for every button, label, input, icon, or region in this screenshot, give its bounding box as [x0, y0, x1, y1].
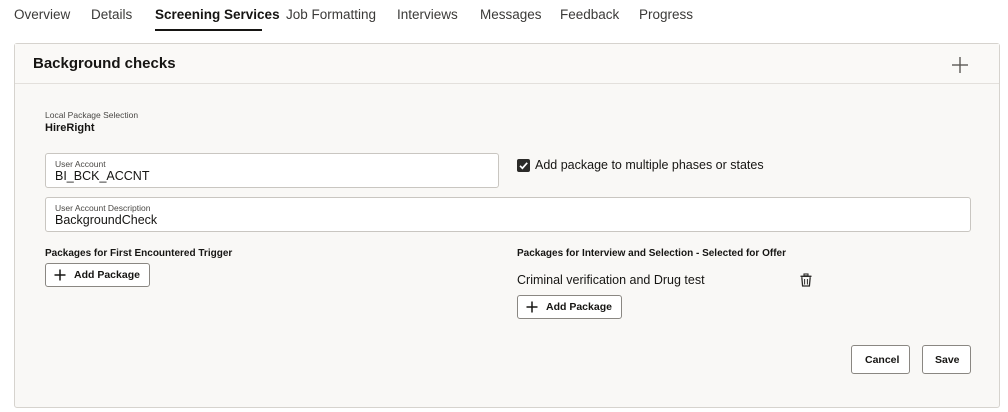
plus-icon [54, 269, 66, 281]
background-checks-panel: Background checks Local Package Selectio… [14, 43, 1000, 408]
local-package-value: HireRight [45, 122, 95, 134]
cancel-button[interactable]: Cancel [851, 345, 910, 374]
user-account-description-value: BackgroundCheck [55, 213, 158, 227]
add-package-label: Add Package [546, 301, 612, 313]
tab-messages[interactable]: Messages [480, 7, 542, 22]
user-account-label: User Account [55, 159, 106, 169]
panel-title: Background checks [33, 55, 176, 72]
tab-interviews[interactable]: Interviews [397, 7, 458, 22]
tab-job-formatting[interactable]: Job Formatting [286, 7, 376, 22]
package-item: Criminal verification and Drug test [517, 273, 705, 287]
trash-icon[interactable] [799, 273, 813, 287]
add-package-first-trigger-button[interactable]: Add Package [45, 263, 150, 287]
user-account-field[interactable]: User Account BI_BCK_ACCNT [45, 153, 499, 188]
local-package-label: Local Package Selection [45, 110, 139, 120]
panel-header: Background checks [15, 44, 999, 84]
multi-phase-checkbox[interactable] [517, 159, 530, 172]
tab-screening-services[interactable]: Screening Services [155, 7, 280, 22]
user-account-description-label: User Account Description [55, 203, 151, 213]
interview-selection-title: Packages for Interview and Selection - S… [517, 248, 786, 259]
tab-bar: Overview Details Screening Services Job … [0, 0, 1008, 32]
user-account-value: BI_BCK_ACCNT [55, 169, 150, 183]
multi-phase-label[interactable]: Add package to multiple phases or states [535, 158, 764, 172]
user-account-description-field[interactable]: User Account Description BackgroundCheck [45, 197, 971, 232]
tab-overview[interactable]: Overview [14, 7, 70, 22]
tab-details[interactable]: Details [91, 7, 132, 22]
save-button[interactable]: Save [922, 345, 971, 374]
checkmark-icon [519, 162, 528, 170]
tab-progress[interactable]: Progress [639, 7, 693, 22]
cancel-label: Cancel [865, 353, 900, 366]
add-package-label: Add Package [74, 269, 140, 281]
add-package-interview-button[interactable]: Add Package [517, 295, 622, 319]
tab-feedback[interactable]: Feedback [560, 7, 619, 22]
plus-icon [526, 301, 538, 313]
active-tab-indicator [155, 29, 262, 31]
save-label: Save [935, 353, 960, 366]
first-trigger-title: Packages for First Encountered Trigger [45, 248, 233, 259]
plus-icon[interactable] [949, 54, 971, 76]
